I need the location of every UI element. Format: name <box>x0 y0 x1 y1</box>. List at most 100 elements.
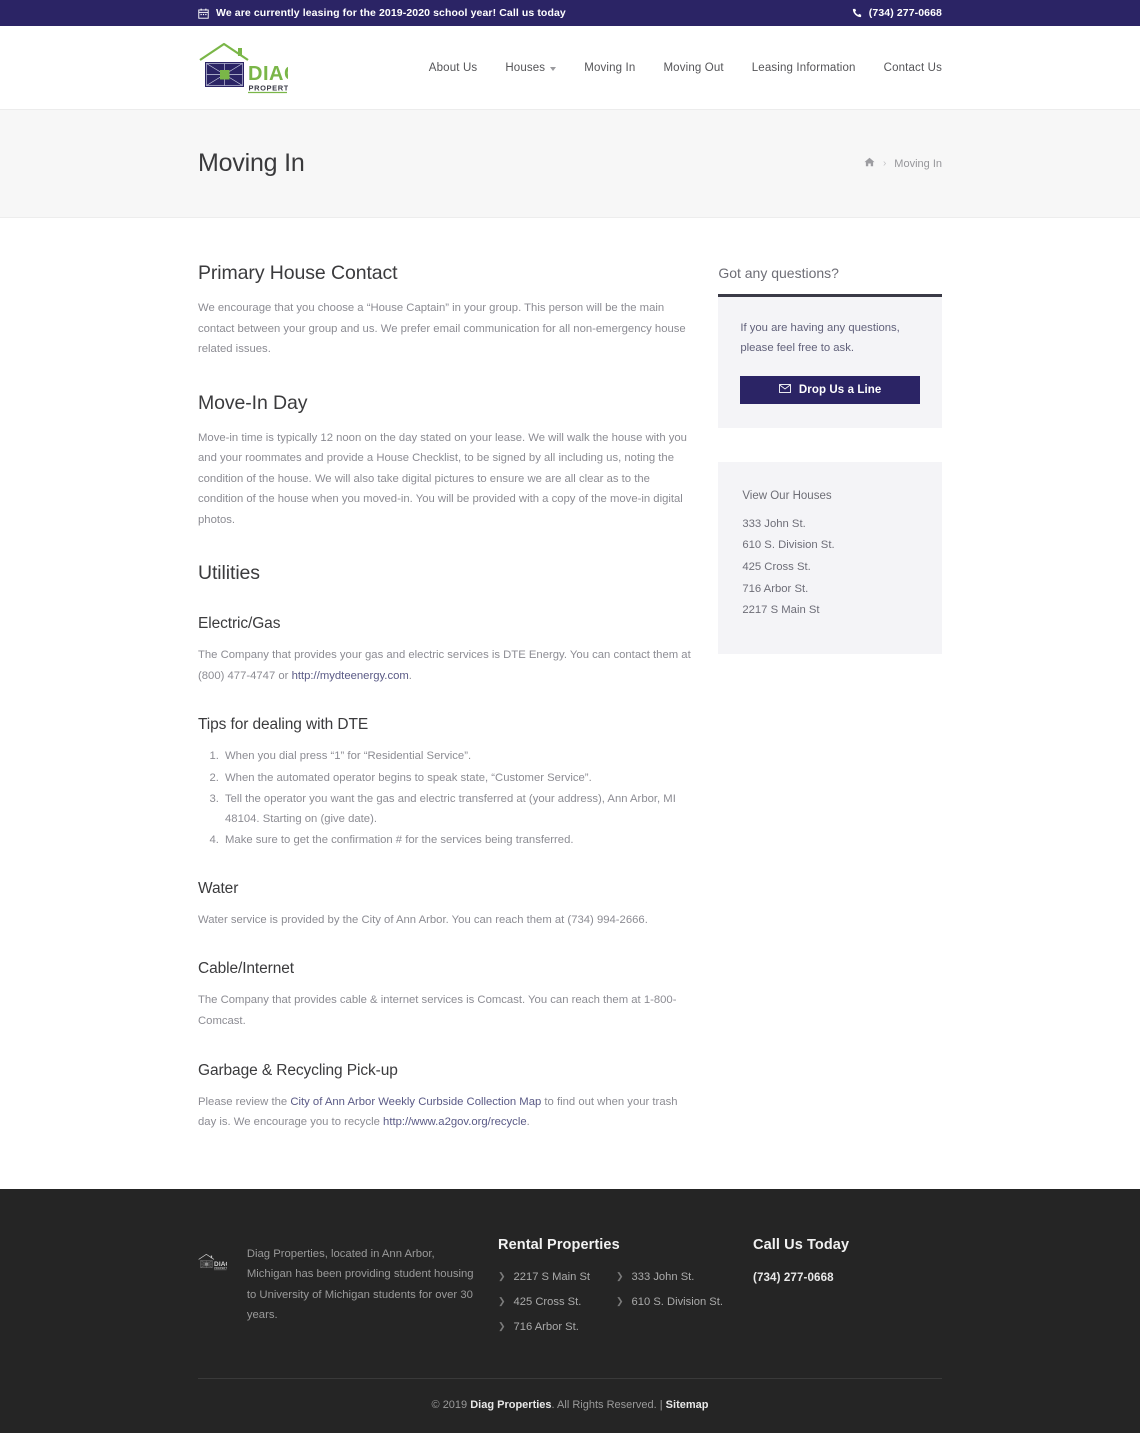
site-logo[interactable]: DIAG PROPERTIES <box>198 42 288 94</box>
paragraph-cable-internet: The Company that provides cable & intern… <box>198 994 677 1028</box>
page-title-bar: Moving In › Moving In <box>0 110 1140 218</box>
paragraph-primary-house-contact: We encourage that you choose a “House Ca… <box>198 302 686 356</box>
diag-properties-logo-icon: DIAG PROPERTIES <box>199 42 289 93</box>
paragraph-move-in-day: Move-in time is typically 12 noon on the… <box>198 431 687 526</box>
main-content: Primary House Contact We encourage that … <box>198 262 697 1141</box>
footer-heading-rental-properties: Rental Properties <box>498 1236 620 1253</box>
calendar-icon <box>198 8 209 19</box>
list-item: Tell the operator you want the gas and e… <box>222 789 697 829</box>
heading-water: Water <box>198 879 239 897</box>
list-item[interactable]: ❯ 333 John St. <box>616 1271 753 1283</box>
heading-garbage-recycling: Garbage & Recycling Pick-up <box>198 1061 398 1079</box>
nav-label: Houses <box>505 61 546 74</box>
list-item[interactable]: 716 Arbor St. <box>742 581 918 599</box>
heading-dte-tips: Tips for dealing with DTE <box>198 716 369 734</box>
breadcrumb-separator: › <box>882 158 887 169</box>
paragraph-garbage-recycling: Please review the City of Ann Arbor Week… <box>198 1092 697 1133</box>
nav-item-contact-us[interactable]: Contact Us <box>870 56 942 80</box>
electric-gas-text-after: . <box>408 669 412 682</box>
drop-us-a-line-label: Drop Us a Line <box>798 383 882 396</box>
widget-questions-text: If you are having any questions, please … <box>740 322 900 354</box>
sidebar: Got any questions? If you are having any… <box>718 262 942 655</box>
footer-properties-column-1: ❯ 2217 S Main St ❯ 425 Cross St. ❯ 716 Arbo… <box>498 1271 616 1346</box>
chevron-right-icon: ❯ <box>498 1321 506 1332</box>
list-item[interactable]: 425 Cross St. <box>742 559 918 577</box>
list-item[interactable]: ❯ 425 Cross St. <box>498 1296 616 1308</box>
heading-cable-internet: Cable/Internet <box>198 960 294 978</box>
list-dte-tips: When you dial press “1” for “Residential… <box>198 746 697 849</box>
nav-label: Leasing Information <box>751 61 856 74</box>
copyright-bar: © 2019 Diag Properties. All Rights Reser… <box>0 1379 1140 1433</box>
chevron-right-icon: ❯ <box>498 1271 506 1282</box>
nav-label: Contact Us <box>883 61 942 74</box>
list-item[interactable]: ❯ 716 Arbor St. <box>498 1321 616 1333</box>
link-a2gov-recycle[interactable]: http://www.a2gov.org/recycle <box>383 1116 527 1128</box>
electric-gas-text-before: The Company that provides your gas and e… <box>198 649 691 682</box>
heading-utilities: Utilities <box>198 562 260 585</box>
property-label: 2217 S Main St <box>513 1270 591 1283</box>
nav-item-about-us[interactable]: About Us <box>415 56 492 80</box>
copyright-brand: Diag Properties <box>470 1398 552 1411</box>
site-header: DIAG PROPERTIES About Us Houses Moving I… <box>0 26 1140 110</box>
footer-brand-column: DIAG PROPERTIES Diag Properties, located… <box>198 1237 498 1346</box>
heading-move-in-day: Move-In Day <box>198 391 308 414</box>
main-layout: Primary House Contact We encourage that … <box>198 218 942 1189</box>
footer-call-us-column: Call Us Today (734) 277-0668 <box>753 1237 942 1346</box>
svg-text:PROPERTIES: PROPERTIES <box>249 83 289 92</box>
list-item[interactable]: ❯ 610 S. Division St. <box>616 1296 753 1308</box>
nav-item-moving-out[interactable]: Moving Out <box>649 56 737 80</box>
breadcrumb-current: Moving In <box>894 157 942 170</box>
footer-phone-number[interactable]: (734) 277-0668 <box>753 1271 942 1284</box>
list-item[interactable]: 610 S. Division St. <box>742 537 918 555</box>
chevron-right-icon: ❯ <box>498 1296 506 1307</box>
sitemap-link[interactable]: Sitemap <box>666 1399 709 1411</box>
announcement-group: We are currently leasing for the 2019-20… <box>198 7 566 19</box>
nav-item-moving-in[interactable]: Moving In <box>570 56 649 80</box>
nav-label: About Us <box>428 61 478 74</box>
widget-title-view-our-houses: View Our Houses <box>742 489 832 502</box>
footer-properties-column-2: ❯ 333 John St. ❯ 610 S. Division St. <box>616 1271 753 1346</box>
breadcrumb: › Moving In <box>864 157 942 170</box>
property-label: 610 S. Division St. <box>631 1295 723 1308</box>
property-label: 716 Arbor St. <box>513 1320 579 1333</box>
link-curbside-collection-map[interactable]: City of Ann Arbor Weekly Curbside Collec… <box>290 1096 541 1108</box>
property-label: 425 Cross St. <box>513 1295 582 1308</box>
envelope-icon <box>778 383 791 396</box>
widget-title-got-any-questions: Got any questions? <box>718 265 839 281</box>
garbage-text-before: Please review the <box>198 1095 291 1108</box>
list-item: When you dial press “1” for “Residential… <box>222 746 697 766</box>
chevron-right-icon: ❯ <box>616 1271 624 1282</box>
nav-item-houses[interactable]: Houses <box>491 56 570 80</box>
paragraph-electric-gas: The Company that provides your gas and e… <box>198 645 697 686</box>
widget-view-our-houses: View Our Houses 333 John St. 610 S. Divi… <box>718 461 942 655</box>
footer-diag-properties-logo-icon: DIAG PROPERTIES <box>198 1253 227 1270</box>
home-icon[interactable] <box>864 157 875 170</box>
list-item[interactable]: 2217 S Main St <box>742 602 918 620</box>
list-item: When the automated operator begins to sp… <box>222 768 697 788</box>
link-mydteenergy[interactable]: http://mydteenergy.com <box>292 670 409 682</box>
nav-label: Moving Out <box>663 61 724 74</box>
list-item[interactable]: ❯ 2217 S Main St <box>498 1271 616 1283</box>
chevron-right-icon: ❯ <box>616 1296 624 1307</box>
heading-primary-house-contact: Primary House Contact <box>198 262 398 284</box>
main-navigation: About Us Houses Moving In Moving Out Lea… <box>415 56 942 80</box>
footer-heading-call-us-today: Call Us Today <box>753 1236 850 1253</box>
svg-text:DIAG: DIAG <box>214 1261 227 1268</box>
page-title: Moving In <box>198 149 305 177</box>
nav-label: Moving In <box>584 61 636 74</box>
svg-text:DIAG: DIAG <box>248 63 288 85</box>
copyright-prefix: © 2019 <box>431 1398 471 1411</box>
heading-electric-gas: Electric/Gas <box>198 615 281 633</box>
property-label: 333 John St. <box>631 1270 695 1283</box>
drop-us-a-line-button[interactable]: Drop Us a Line <box>740 375 920 404</box>
garbage-text-after: . <box>526 1116 530 1129</box>
list-item[interactable]: 333 John St. <box>742 516 918 534</box>
page-root: We are currently leasing for the 2019-20… <box>0 0 1140 1433</box>
phone-icon <box>852 8 862 18</box>
footer-about-text: Diag Properties, located in Ann Arbor, M… <box>246 1247 474 1322</box>
footer-rental-properties-column: Rental Properties ❯ 2217 S Main St ❯ 425 C… <box>498 1237 753 1346</box>
topbar-phone-number[interactable]: (734) 277-0668 <box>869 7 942 19</box>
site-footer: DIAG PROPERTIES Diag Properties, located… <box>0 1188 1140 1433</box>
nav-item-leasing-information[interactable]: Leasing Information <box>738 56 870 80</box>
topbar-phone-group[interactable]: (734) 277-0668 <box>852 7 942 19</box>
